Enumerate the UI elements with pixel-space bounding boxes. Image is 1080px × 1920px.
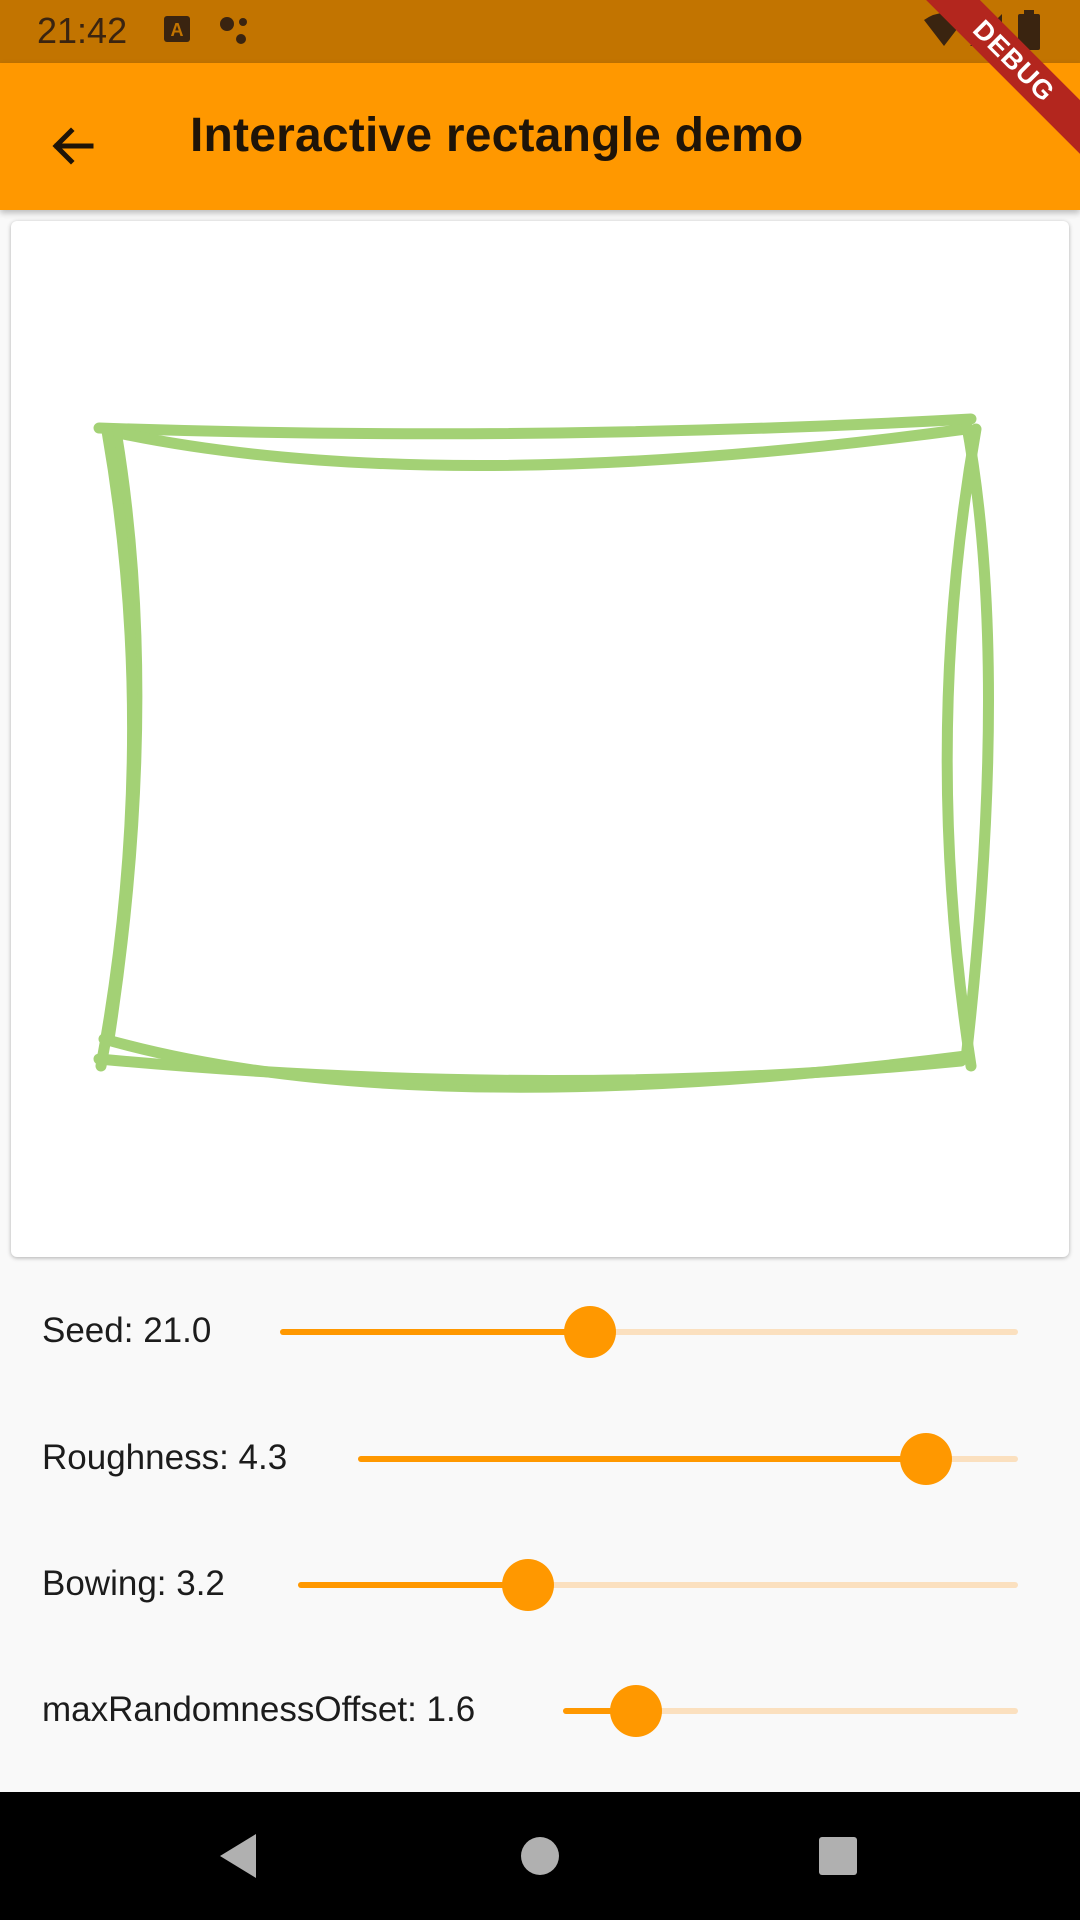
roughness-label: Roughness: 4.3 (42, 1438, 288, 1477)
status-bar: 21:42 A (0, 0, 1080, 63)
roughness-slider-thumb[interactable] (899, 1433, 952, 1485)
rough-rectangle (93, 413, 994, 1093)
back-triangle-icon (220, 1834, 256, 1878)
bowing-slider-thumb[interactable] (502, 1559, 555, 1611)
signal-icon (968, 12, 1004, 53)
rect-right-edge-1 (960, 415, 994, 1065)
app-bar: Interactive rectangle demo (0, 63, 1080, 210)
roughness-track-fill (358, 1456, 926, 1462)
battery-icon (1018, 10, 1040, 55)
nav-recents-button[interactable] (798, 1816, 878, 1896)
max-randomness-offset-slider-row: maxRandomnessOffset: 1.6 (0, 1660, 1080, 1760)
nav-home-button[interactable] (500, 1816, 580, 1896)
recents-square-icon (819, 1837, 857, 1875)
status-time: 21:42 (37, 10, 128, 51)
rect-top-edge-1 (93, 413, 977, 440)
roughness-slider-row: Roughness: 4.3 (0, 1408, 1080, 1508)
back-button[interactable] (28, 101, 118, 191)
drawing-canvas (11, 221, 1069, 1257)
seed-track-fill (280, 1329, 590, 1335)
max-randomness-offset-label: maxRandomnessOffset: 1.6 (42, 1690, 476, 1729)
max-randomness-offset-slider-thumb[interactable] (609, 1685, 662, 1737)
seed-slider-row: Seed: 21.0 (0, 1281, 1080, 1381)
dots-icon (218, 14, 252, 53)
wifi-icon (922, 12, 966, 53)
home-circle-icon (521, 1837, 559, 1875)
arrow-left-icon (52, 127, 94, 165)
system-nav-bar (0, 1792, 1080, 1920)
app-a-icon: A (164, 14, 192, 49)
bowing-track-fill (298, 1582, 529, 1588)
bowing-slider-row: Bowing: 3.2 (0, 1534, 1080, 1634)
svg-text:A: A (171, 20, 184, 40)
seed-slider-thumb[interactable] (563, 1306, 616, 1358)
page-title: Interactive rectangle demo (190, 109, 804, 162)
nav-back-button[interactable] (198, 1816, 278, 1896)
seed-label: Seed: 21.0 (42, 1311, 212, 1350)
bowing-label: Bowing: 3.2 (42, 1564, 225, 1603)
